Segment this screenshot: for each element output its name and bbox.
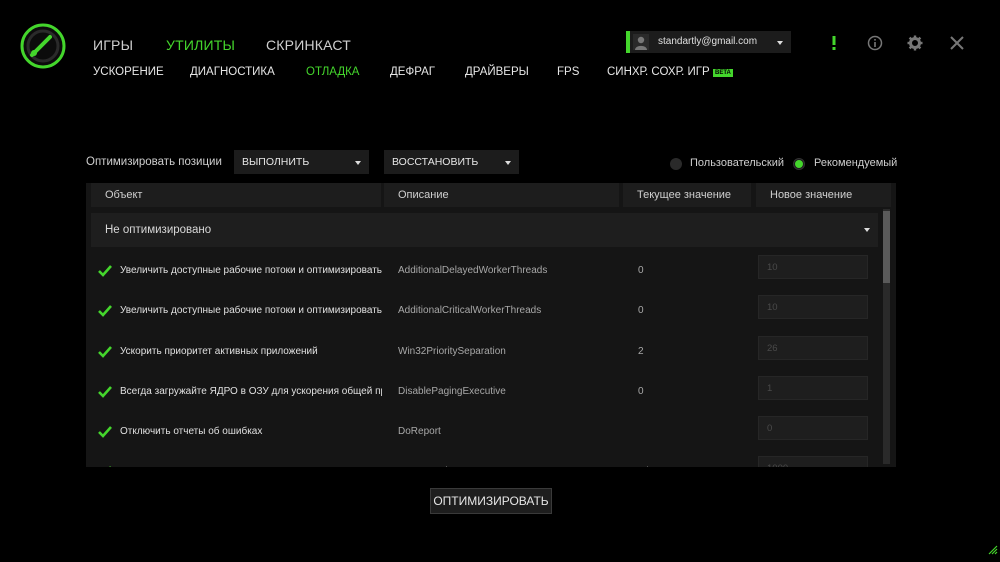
row-new-value: 10 (767, 262, 778, 273)
optimize-positions-label: Оптимизировать позиции (86, 156, 222, 168)
row-new-value-input[interactable]: 1 (758, 376, 868, 400)
subtab-diagnostics[interactable]: ДИАГНОСТИКА (190, 66, 275, 78)
gear-icon[interactable] (906, 34, 924, 52)
row-new-value: 1000 (767, 463, 788, 467)
checkmark-icon[interactable] (98, 345, 112, 363)
alert-icon[interactable] (825, 34, 843, 52)
row-new-value-input[interactable]: 10 (758, 295, 868, 319)
account-dropdown[interactable]: standartly@gmail.com (626, 31, 791, 53)
table-row[interactable]: Ускорить приоритет активных приложений Wi… (86, 334, 886, 374)
column-header-new[interactable]: Новое значение (756, 183, 891, 207)
tab-screencast[interactable]: СКРИНКАСТ (266, 37, 351, 53)
account-email: standartly@gmail.com (658, 36, 758, 47)
logo-icon (20, 23, 66, 69)
avatar-icon (633, 34, 649, 50)
checkmark-icon[interactable] (98, 264, 112, 282)
row-new-value: 0 (767, 423, 773, 434)
optimize-button[interactable]: ОПТИМИЗИРОВАТЬ (430, 488, 552, 514)
subtab-defrag[interactable]: ДЕФРАГ (390, 66, 435, 78)
chevron-down-icon (864, 228, 870, 232)
row-new-value: 26 (767, 343, 778, 354)
row-object: Увеличить доступные рабочие потоки и опт… (120, 265, 382, 276)
row-new-value-input[interactable]: 1000 (758, 456, 868, 467)
info-icon[interactable] (866, 34, 884, 52)
subtab-fps[interactable]: FPS (557, 66, 579, 78)
row-object: Ускорить приоритет активных приложений (120, 346, 318, 357)
chevron-down-icon (505, 161, 511, 165)
row-object: Б (120, 466, 382, 467)
restore-dropdown[interactable]: ВОССТАНОВИТЬ (384, 150, 519, 174)
row-new-value-input[interactable]: 0 (758, 416, 868, 440)
subtab-debug[interactable]: ОТЛАДКА (306, 66, 359, 78)
row-new-value-input[interactable]: 26 (758, 336, 868, 360)
table-row[interactable]: Всегда загружайте ЯДРО в ОЗУ для ускорен… (86, 374, 886, 414)
account-status-bar (626, 31, 630, 53)
table-row[interactable]: Увеличить доступные рабочие потоки и опт… (86, 253, 886, 293)
row-object: Отключить отчеты об ошибках (120, 426, 263, 437)
row-current-value: 0 (638, 386, 644, 397)
chevron-down-icon (355, 161, 361, 165)
checkmark-icon[interactable] (98, 425, 112, 443)
row-description: HungAppTimeout (398, 466, 475, 467)
row-description: DoReport (398, 426, 441, 437)
row-current-value: N/A (638, 466, 655, 467)
subtab-boost[interactable]: УСКОРЕНИЕ (93, 66, 164, 78)
row-object: Увеличить доступные рабочие потоки и опт… (120, 305, 382, 316)
row-description: DisablePagingExecutive (398, 386, 506, 397)
row-description: AdditionalDelayedWorkerThreads (398, 265, 548, 276)
row-description: AdditionalCriticalWorkerThreads (398, 305, 542, 316)
close-icon[interactable] (948, 34, 966, 52)
run-dropdown[interactable]: ВЫПОЛНИТЬ (234, 150, 369, 174)
table-row[interactable]: Отключить отчеты об ошибках DoReport 0 (86, 414, 886, 454)
column-header-current[interactable]: Текущее значение (623, 183, 751, 207)
row-new-value-input[interactable]: 10 (758, 255, 868, 279)
checkmark-icon[interactable] (98, 304, 112, 322)
resize-grip-icon[interactable] (988, 542, 998, 560)
radio-recommended-label: Рекомендуемый (814, 157, 898, 169)
table-row[interactable]: Б HungAppTimeout N/A 1000 (86, 454, 886, 467)
row-new-value: 10 (767, 302, 778, 313)
chevron-down-icon (777, 41, 783, 45)
tab-games[interactable]: ИГРЫ (93, 37, 133, 53)
row-object: Всегда загружайте ЯДРО в ОЗУ для ускорен… (120, 386, 382, 397)
subtab-game-sync[interactable]: СИНХР. СОХР. ИГР (607, 66, 710, 78)
row-current-value: 0 (638, 265, 644, 276)
checkmark-icon[interactable] (98, 465, 112, 467)
scrollbar-thumb[interactable] (883, 211, 890, 283)
column-header-description[interactable]: Описание (384, 183, 619, 207)
row-new-value: 1 (767, 383, 773, 394)
run-dropdown-label: ВЫПОЛНИТЬ (242, 156, 310, 168)
restore-dropdown-label: ВОССТАНОВИТЬ (392, 156, 479, 168)
beta-badge: BETA (713, 69, 733, 77)
checkmark-icon[interactable] (98, 385, 112, 403)
row-description: Win32PrioritySeparation (398, 346, 506, 357)
radio-recommended[interactable] (793, 158, 805, 170)
row-current-value: 0 (638, 305, 644, 316)
tab-utilities[interactable]: УТИЛИТЫ (166, 37, 235, 53)
group-not-optimized[interactable]: Не оптимизировано (91, 213, 878, 247)
subtab-drivers[interactable]: ДРАЙВЕРЫ (465, 66, 529, 78)
radio-custom[interactable] (670, 158, 682, 170)
table-row[interactable]: Увеличить доступные рабочие потоки и опт… (86, 293, 886, 333)
radio-custom-label: Пользовательский (690, 157, 784, 169)
tweaks-table: Объект Описание Текущее значение Новое з… (86, 183, 896, 467)
row-current-value: 2 (638, 346, 644, 357)
column-header-object[interactable]: Объект (91, 183, 381, 207)
